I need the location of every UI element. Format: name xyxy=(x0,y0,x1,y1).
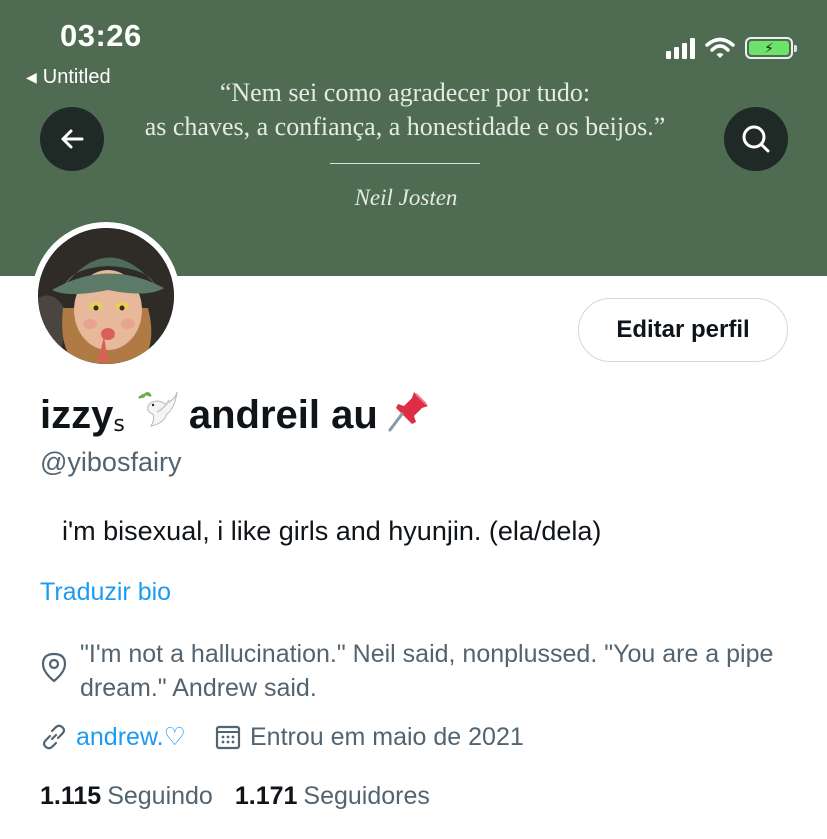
quote-divider xyxy=(330,163,480,164)
dove-icon xyxy=(135,390,179,440)
display-name-small: ꜱ xyxy=(113,411,125,436)
calendar-icon xyxy=(215,725,241,750)
avatar xyxy=(38,228,174,364)
status-time: 03:26 xyxy=(60,18,142,53)
translate-bio-link[interactable]: Traduzir bio xyxy=(40,578,171,607)
search-icon xyxy=(742,125,770,153)
link-icon xyxy=(42,724,66,750)
display-name-part2: andreil au xyxy=(188,392,378,437)
pushpin-icon xyxy=(388,388,432,442)
location-text: "I'm not a hallucination." Neil said, no… xyxy=(80,640,774,702)
location-pin-icon xyxy=(41,652,67,683)
status-indicators: ⚡ xyxy=(666,37,797,59)
profile-meta-row: andrew.♡ Entrou em maio de 2021 xyxy=(40,722,524,752)
search-button[interactable] xyxy=(724,107,788,171)
banner-quote: “Nem sei como agradecer por tudo: as cha… xyxy=(90,76,720,144)
charging-bolt-icon: ⚡ xyxy=(764,40,774,56)
banner-quote-line2: as chaves, a confiança, a honestidade e … xyxy=(144,112,666,141)
following-link[interactable]: 1.115 Seguindo xyxy=(40,782,213,811)
wifi-icon xyxy=(705,37,735,58)
profile-link[interactable]: andrew.♡ xyxy=(76,722,186,752)
username-handle: @yibosfairy xyxy=(40,447,182,477)
cellular-signal-icon xyxy=(666,37,695,59)
display-name: izzy ꜱ andreil au xyxy=(40,388,442,442)
avatar-container[interactable] xyxy=(32,222,180,370)
banner-quote-author: Neil Josten xyxy=(354,185,458,210)
follow-stats: 1.115 Seguindo 1.171 Seguidores xyxy=(40,782,430,811)
banner-quote-line1: “Nem sei como agradecer por tudo: xyxy=(219,78,591,107)
followers-count: 1.171 xyxy=(234,782,298,810)
followers-label: Seguidores xyxy=(303,782,430,810)
display-name-part1: izzy xyxy=(40,392,114,437)
profile-bio: i'm bisexual, i like girls and hyunjin. … xyxy=(62,516,602,546)
battery-icon: ⚡ xyxy=(745,37,797,59)
following-label: Seguindo xyxy=(107,782,213,810)
followers-link[interactable]: 1.171 Seguidores xyxy=(235,782,430,811)
arrow-left-icon xyxy=(61,129,84,149)
back-button[interactable] xyxy=(40,107,104,171)
location-row: "I'm not a hallucination." Neil said, no… xyxy=(40,637,800,705)
back-triangle-icon: ◀ xyxy=(26,69,37,85)
following-count: 1.115 xyxy=(40,782,102,810)
edit-profile-button[interactable]: Editar perfil xyxy=(578,298,788,362)
joined-date: Entrou em maio de 2021 xyxy=(249,722,524,751)
